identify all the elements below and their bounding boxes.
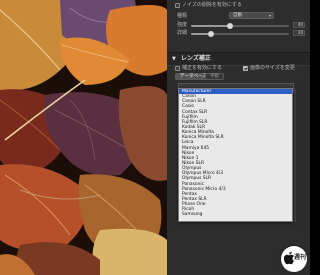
strength-slider[interactable] [191, 23, 289, 29]
chevron-down-icon: ▾ [268, 13, 271, 18]
dropdown-option[interactable]: Samsung [179, 212, 292, 217]
detail-slider[interactable] [191, 31, 289, 37]
publisher-logo: 週刊 [281, 246, 307, 272]
noise-reduction-label: ノイズの削除を有効にする [182, 2, 242, 8]
detail-slider-knob[interactable] [207, 31, 214, 37]
auto-resize-checkbox[interactable] [243, 66, 248, 71]
noise-reduction-checkbox[interactable] [175, 3, 180, 8]
strength-slider-fill [191, 25, 231, 27]
auto-resize-label: 画像のサイズを変更 [250, 65, 295, 71]
type-label: 種類 [177, 13, 188, 19]
detail-label: 詳細 [177, 30, 188, 36]
type-popup-value: 自動 [233, 13, 242, 18]
photo-canvas [0, 0, 167, 275]
dropdown-scrollbar[interactable] [294, 88, 296, 222]
lens-correction-header[interactable]: ▼ レンズ補正 [167, 52, 310, 66]
manufacturer-dropdown-menu[interactable]: Manufacturer Canon Canon SLR Casio Contax SL… [178, 88, 293, 222]
type-popup[interactable]: 自動 ▾ [229, 12, 274, 19]
autumn-leaves-photo [0, 0, 167, 275]
enable-correction-checkbox[interactable] [175, 66, 180, 71]
strength-slider-knob[interactable] [227, 23, 234, 29]
tab-manual[interactable]: 手動 [205, 73, 224, 80]
manufacturer-options: Manufacturer Canon Canon SLR Casio Contax SL… [179, 89, 292, 218]
lens-correction-title: レンズ補正 [181, 55, 211, 62]
watermark-text: 週刊 [294, 254, 307, 261]
strength-label: 強度 [177, 22, 188, 28]
detail-value-field[interactable]: 20 [293, 30, 305, 36]
strength-value-field[interactable]: 40 [293, 22, 305, 28]
disclosure-triangle-icon[interactable]: ▼ [172, 56, 176, 62]
enable-correction-label: 補正を有効にする [182, 65, 223, 71]
